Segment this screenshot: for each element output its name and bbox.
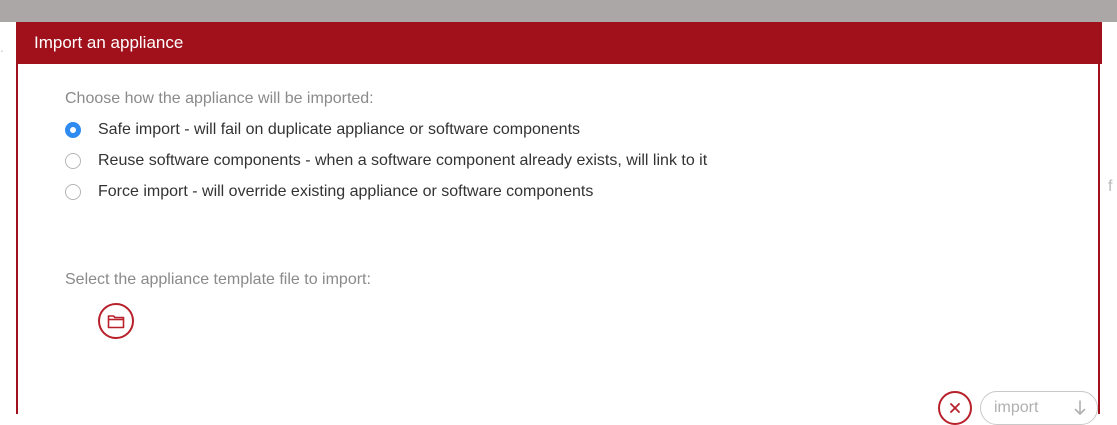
- radio-option-force-import[interactable]: Force import - will override existing ap…: [65, 183, 593, 201]
- dialog-title: Import an appliance: [34, 33, 184, 52]
- background-text-fragment-left: .: [0, 39, 4, 55]
- radio-button-reuse[interactable]: [65, 153, 81, 169]
- radio-button-safe[interactable]: [65, 122, 81, 138]
- import-mode-prompt: Choose how the appliance will be importe…: [65, 90, 374, 107]
- radio-label-safe: Safe import - will fail on duplicate app…: [98, 121, 581, 138]
- radio-label-force: Force import - will override existing ap…: [98, 183, 594, 200]
- radio-button-force[interactable]: [65, 184, 81, 200]
- import-button[interactable]: import: [980, 391, 1098, 425]
- close-button[interactable]: [938, 391, 972, 425]
- arrow-down-icon: [1074, 400, 1086, 415]
- import-button-label: import: [994, 399, 1039, 416]
- radio-label-reuse: Reuse software components - when a softw…: [98, 152, 708, 169]
- folder-icon: [107, 315, 125, 329]
- dialog-header: Import an appliance: [16, 22, 1102, 64]
- file-select-prompt: Select the appliance template file to im…: [65, 271, 371, 288]
- background-top-bar: [0, 0, 1117, 22]
- radio-option-safe-import[interactable]: Safe import - will fail on duplicate app…: [65, 121, 580, 139]
- select-file-button[interactable]: [98, 303, 134, 339]
- background-text-fragment-right: f: [1108, 178, 1113, 195]
- radio-option-reuse-components[interactable]: Reuse software components - when a softw…: [65, 152, 707, 170]
- close-icon: [950, 403, 960, 413]
- import-appliance-dialog: Import an appliance Choose how the appli…: [16, 22, 1102, 425]
